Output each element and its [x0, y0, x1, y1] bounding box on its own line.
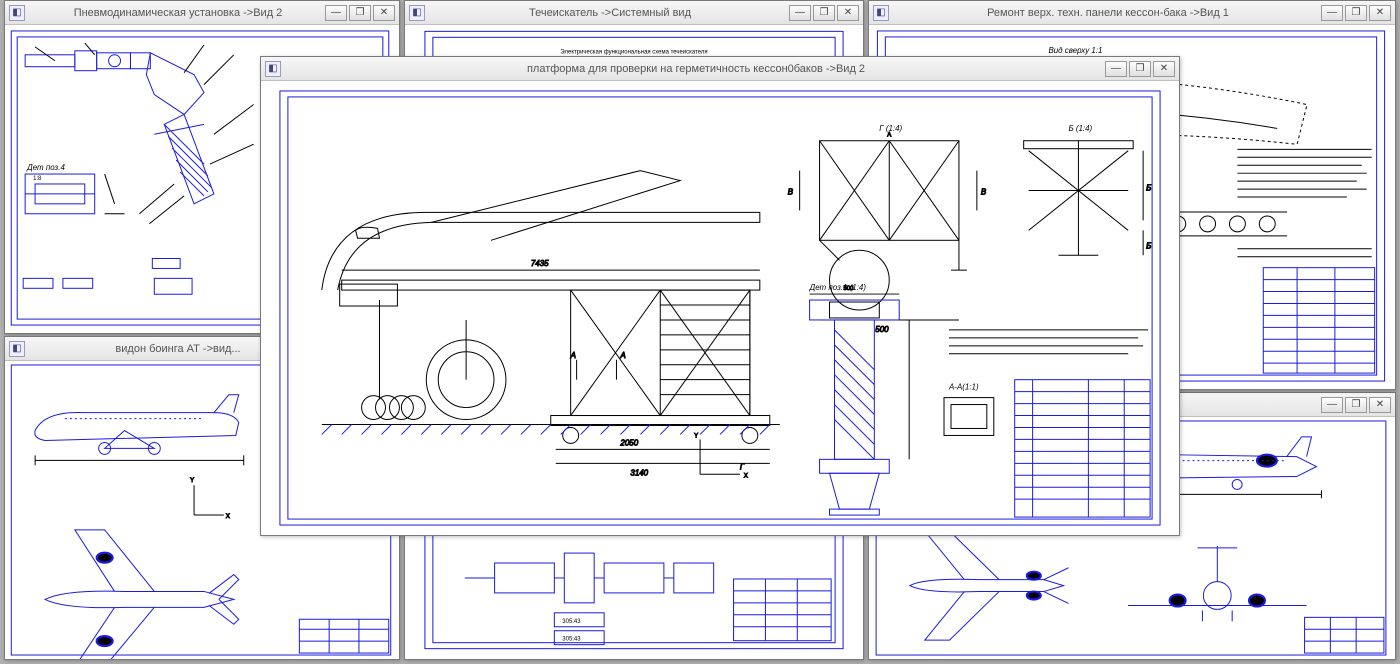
- close-button[interactable]: ✕: [837, 5, 859, 21]
- window-title: Течеискатель ->Системный вид: [431, 7, 789, 19]
- drawing-svg: X Y 7435 2050 3140 А А Г: [261, 81, 1179, 535]
- svg-text:3140: 3140: [630, 468, 648, 477]
- minimize-button[interactable]: —: [325, 5, 347, 21]
- close-button[interactable]: ✕: [1153, 61, 1175, 77]
- svg-text:1:8: 1:8: [33, 176, 42, 182]
- window-platform[interactable]: ◧ платформа для проверки на герметичност…: [260, 56, 1180, 536]
- svg-text:Дет поз.4: Дет поз.4: [26, 163, 65, 172]
- svg-text:X: X: [226, 514, 230, 520]
- svg-text:Б (1:4): Б (1:4): [1068, 124, 1092, 133]
- svg-text:А: А: [619, 351, 625, 360]
- svg-text:А: А: [887, 133, 891, 139]
- mdi-desktop: ◧ Пневмодинамическая установка ->Вид 2 —…: [0, 0, 1400, 664]
- svg-text:Дет поз.1 (1:4): Дет поз.1 (1:4): [809, 283, 867, 292]
- svg-text:Г (1:4): Г (1:4): [879, 124, 902, 133]
- window-title: Пневмодинамическая установка ->Вид 2: [31, 7, 325, 19]
- close-button[interactable]: ✕: [1369, 397, 1391, 413]
- minimize-button[interactable]: —: [1105, 61, 1127, 77]
- titlebar[interactable]: ◧ Ремонт верх. техн. панели кессон-бака …: [869, 1, 1395, 25]
- maximize-button[interactable]: ❐: [1345, 5, 1367, 21]
- svg-text:Б: Б: [1146, 241, 1151, 250]
- svg-text:305:43: 305:43: [562, 637, 581, 643]
- svg-text:305:43: 305:43: [562, 619, 581, 625]
- app-icon: ◧: [9, 341, 25, 357]
- svg-text:В: В: [788, 188, 794, 197]
- minimize-button[interactable]: —: [1321, 397, 1343, 413]
- svg-text:500: 500: [875, 325, 889, 334]
- svg-text:Б: Б: [1146, 184, 1151, 193]
- app-icon: ◧: [265, 61, 281, 77]
- svg-text:Электрическая функциональная с: Электрическая функциональная схема течеи…: [560, 49, 707, 55]
- maximize-button[interactable]: ❐: [1345, 397, 1367, 413]
- svg-text:7435: 7435: [531, 259, 549, 268]
- svg-text:Вид сверху 1:1: Вид сверху 1:1: [1048, 46, 1102, 55]
- titlebar[interactable]: ◧ Пневмодинамическая установка ->Вид 2 —…: [5, 1, 399, 25]
- maximize-button[interactable]: ❐: [349, 5, 371, 21]
- titlebar[interactable]: ◧ платформа для проверки на герметичност…: [261, 57, 1179, 81]
- maximize-button[interactable]: ❐: [1129, 61, 1151, 77]
- minimize-button[interactable]: —: [789, 5, 811, 21]
- svg-text:А-А(1:1): А-А(1:1): [948, 383, 979, 392]
- svg-text:2050: 2050: [619, 438, 638, 447]
- svg-text:Y: Y: [694, 433, 698, 439]
- svg-text:500: 500: [843, 286, 854, 292]
- window-title: платформа для проверки на герметичность …: [287, 63, 1105, 75]
- app-icon: ◧: [9, 5, 25, 21]
- app-icon: ◧: [409, 5, 425, 21]
- minimize-button[interactable]: —: [1321, 5, 1343, 21]
- window-title: Ремонт верх. техн. панели кессон-бака ->…: [895, 7, 1321, 19]
- titlebar[interactable]: ◧ Течеискатель ->Системный вид — ❐ ✕: [405, 1, 863, 25]
- svg-text:А: А: [570, 351, 576, 360]
- close-button[interactable]: ✕: [1369, 5, 1391, 21]
- svg-text:Г: Г: [740, 462, 745, 471]
- svg-text:X: X: [744, 473, 748, 479]
- svg-text:Y: Y: [190, 478, 194, 484]
- close-button[interactable]: ✕: [373, 5, 395, 21]
- svg-text:В: В: [981, 188, 987, 197]
- drawing-canvas[interactable]: X Y 7435 2050 3140 А А Г: [261, 81, 1179, 535]
- app-icon: ◧: [873, 5, 889, 21]
- maximize-button[interactable]: ❐: [813, 5, 835, 21]
